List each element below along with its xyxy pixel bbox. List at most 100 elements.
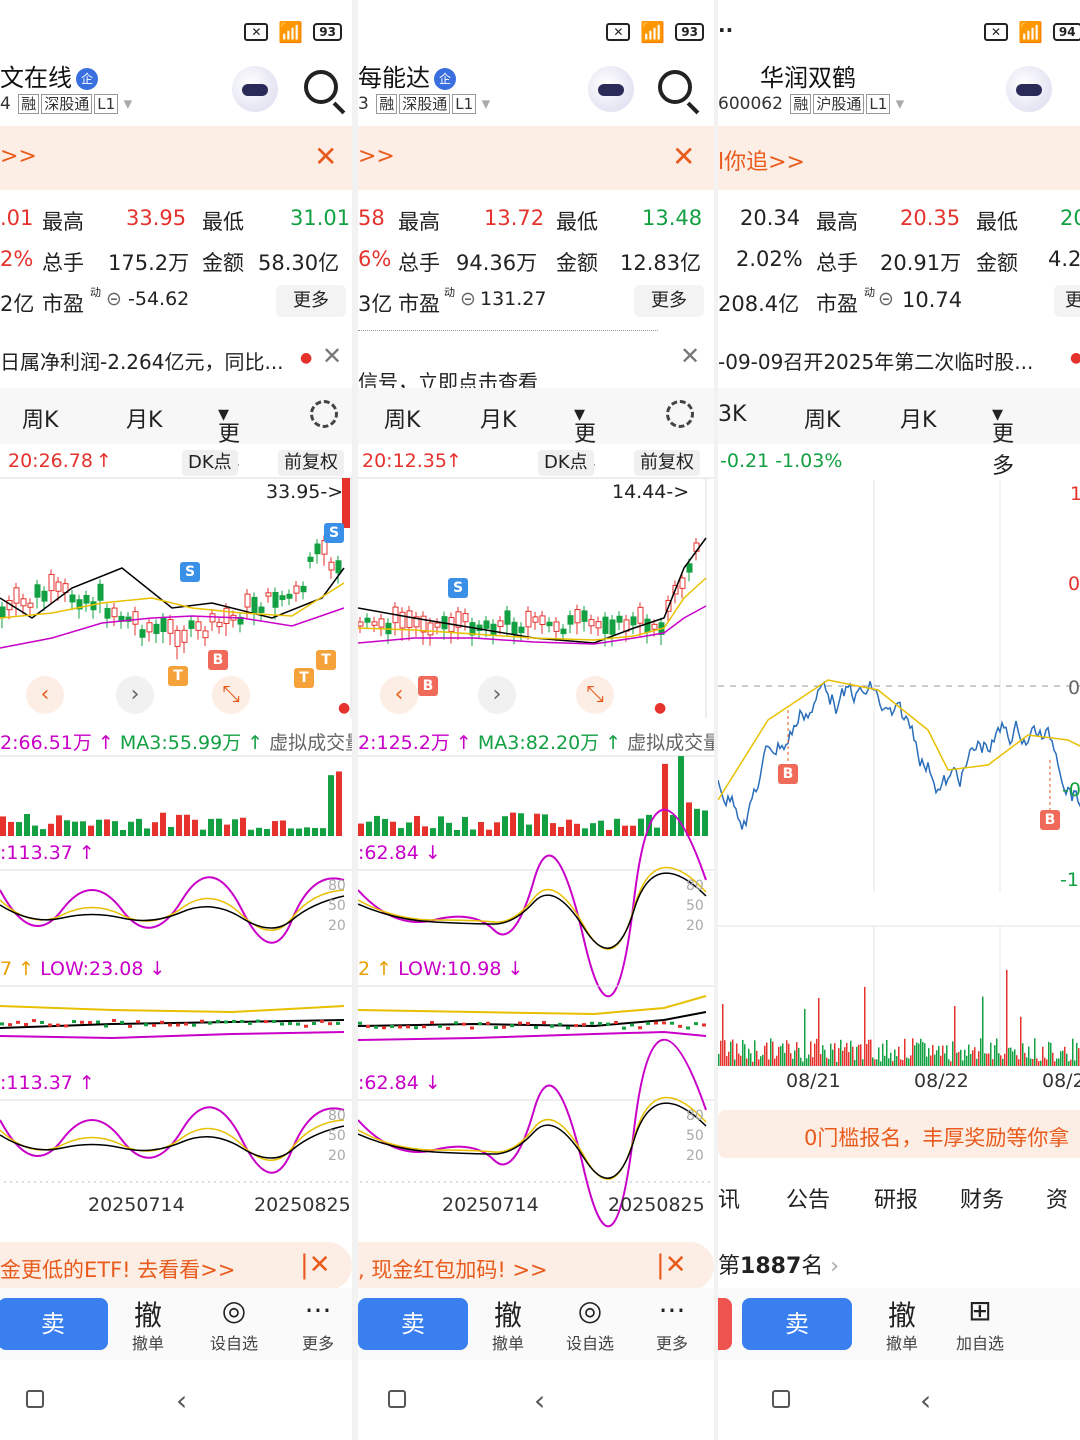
add-watch-button[interactable]: ⊞ 加自选 [956,1294,1004,1354]
mini-candle [72,1020,76,1024]
promo-banner[interactable]: l你追>> [718,126,1080,190]
assistant-avatar-icon[interactable] [1006,66,1052,112]
sell-button[interactable]: 卖 [0,1298,108,1350]
chevron-left-icon[interactable]: ‹ [26,676,64,714]
svg-text:20: 20 [328,918,346,934]
system-nav: ‹ [718,1360,1080,1440]
gear-icon[interactable] [310,400,338,428]
volume-bar [1032,1059,1034,1066]
buy-button[interactable] [718,1298,732,1350]
tab-k[interactable]: 3K [718,402,746,427]
assistant-avatar-icon[interactable] [232,66,278,112]
sell-button[interactable]: 卖 [742,1298,852,1350]
chevron-right-icon[interactable]: › [478,676,516,714]
cancel-order-button[interactable]: 撤撤单 [492,1294,524,1354]
tab-announcements[interactable]: 公告 [786,1182,830,1214]
more-actions-button[interactable]: ··· 更多 [302,1294,334,1354]
chevron-left-icon[interactable]: ‹ [380,676,418,714]
more-button[interactable]: 更多 [276,285,346,317]
news-ticker[interactable]: 日属净利润-2.264亿元，同比... ● ✕ [0,330,352,386]
buy-signal-marker[interactable]: B [208,650,228,670]
recents-icon[interactable] [388,1390,406,1408]
sell-signal-marker[interactable]: S [180,562,200,582]
buy-signal-marker[interactable]: B [778,764,798,784]
recents-icon[interactable] [26,1390,44,1408]
mini-candle [566,1026,570,1030]
tab-weekly-k[interactable]: 周K [384,402,420,434]
news-ticker[interactable]: -09-09召开2025年第二次临时股... ● [718,330,1080,386]
cancel-order-button[interactable]: 撤撤单 [132,1294,164,1354]
assistant-avatar-icon[interactable] [588,66,634,112]
close-icon[interactable]: ✕ [314,140,337,173]
buy-signal-marker[interactable]: B [1040,810,1060,830]
sell-signal-marker[interactable]: S [324,523,344,543]
gear-icon[interactable] [666,400,694,428]
expand-icon[interactable]: ⤡ [576,676,614,714]
set-watch-button[interactable]: ◎ 设自选 [566,1294,614,1354]
search-icon[interactable] [304,70,338,104]
mini-candle [598,1022,602,1026]
volume-bar [954,1006,956,1066]
sell-signal-marker[interactable]: S [448,578,468,598]
tab-news[interactable]: 讯 [718,1182,740,1214]
tab-weekly-k[interactable]: 周K [804,402,840,434]
cancel-order-button[interactable]: 撤撤单 [886,1294,918,1354]
close-icon[interactable]: ✕ [672,140,695,173]
buy-signal-marker[interactable]: B [418,676,438,696]
rank-link[interactable]: 第1887名 › [718,1248,839,1280]
close-icon[interactable]: ✕ [680,342,700,370]
promo-banner[interactable]: >> ✕ [0,126,352,190]
tab-more[interactable]: 更多 ▾ [574,402,596,479]
etf-ad-banner[interactable]: 金更低的ETF! 去看看>> |✕ [0,1242,352,1290]
mini-candle [694,1022,698,1026]
t-signal-marker[interactable]: T [294,668,314,688]
back-icon[interactable]: ‹ [534,1384,545,1417]
intraday-chart[interactable]: 1 0 0 -0 -1 [718,480,1080,892]
set-watch-button[interactable]: ◎ 设自选 [210,1294,258,1354]
adjust-toggle[interactable]: 前复权 [278,450,344,476]
news-ticker[interactable]: 信号，立即点击查看 ✕ [358,330,714,394]
sell-button[interactable]: 卖 [358,1298,468,1350]
search-icon[interactable] [658,70,692,104]
tab-data[interactable]: 资 [1046,1182,1068,1214]
volume-bar [1060,1051,1062,1066]
stock-title: 每能达企 [358,58,456,93]
tab-finance[interactable]: 财务 [960,1182,1004,1214]
volume-bar [264,828,270,836]
tab-more[interactable]: 更多 ▾ [218,402,240,479]
t-signal-marker[interactable]: T [168,666,188,686]
tab-weekly-k[interactable]: 周K [22,402,58,434]
back-icon[interactable]: ‹ [176,1384,187,1417]
volume-bar [750,1053,752,1066]
chevron-down-icon[interactable]: ▾ [896,94,905,114]
mini-candle [550,1024,554,1028]
volume-bar [810,1041,812,1066]
back-icon[interactable]: ‹ [920,1384,931,1417]
dk-point-toggle[interactable]: DK点 [182,450,238,476]
tab-research[interactable]: 研报 [874,1182,918,1214]
close-icon[interactable]: |✕ [300,1250,331,1280]
signup-ad-banner[interactable]: 0门槛报名，丰厚奖励等你拿 [718,1110,1080,1158]
tab-monthly-k[interactable]: 月K [900,402,936,434]
more-button[interactable]: 更 [1054,285,1080,317]
tab-more[interactable]: 更多 ▾ [992,402,1014,479]
more-actions-button[interactable]: ··· 更多 [656,1294,688,1354]
expand-icon[interactable]: ⤡ [212,676,250,714]
cash-ad-banner[interactable]: , 现金红包加码! >> |✕ [358,1242,714,1290]
tab-monthly-k[interactable]: 月K [126,402,162,434]
more-button[interactable]: 更多 [634,285,704,317]
close-icon[interactable]: |✕ [656,1250,687,1280]
candle [286,593,293,599]
svg-text:80: 80 [328,1108,346,1124]
recents-icon[interactable] [772,1390,790,1408]
chevron-right-icon[interactable]: › [116,676,154,714]
promo-banner[interactable]: >> ✕ [358,126,714,190]
dk-point-toggle[interactable]: DK点 [538,450,594,476]
candle [104,608,111,619]
adjust-toggle[interactable]: 前复权 [634,450,700,476]
chevron-down-icon[interactable]: ▾ [124,94,133,114]
close-icon[interactable]: ✕ [322,342,342,370]
chevron-down-icon[interactable]: ▾ [482,94,491,114]
tab-monthly-k[interactable]: 月K [480,402,516,434]
t-signal-marker[interactable]: T [316,650,336,670]
